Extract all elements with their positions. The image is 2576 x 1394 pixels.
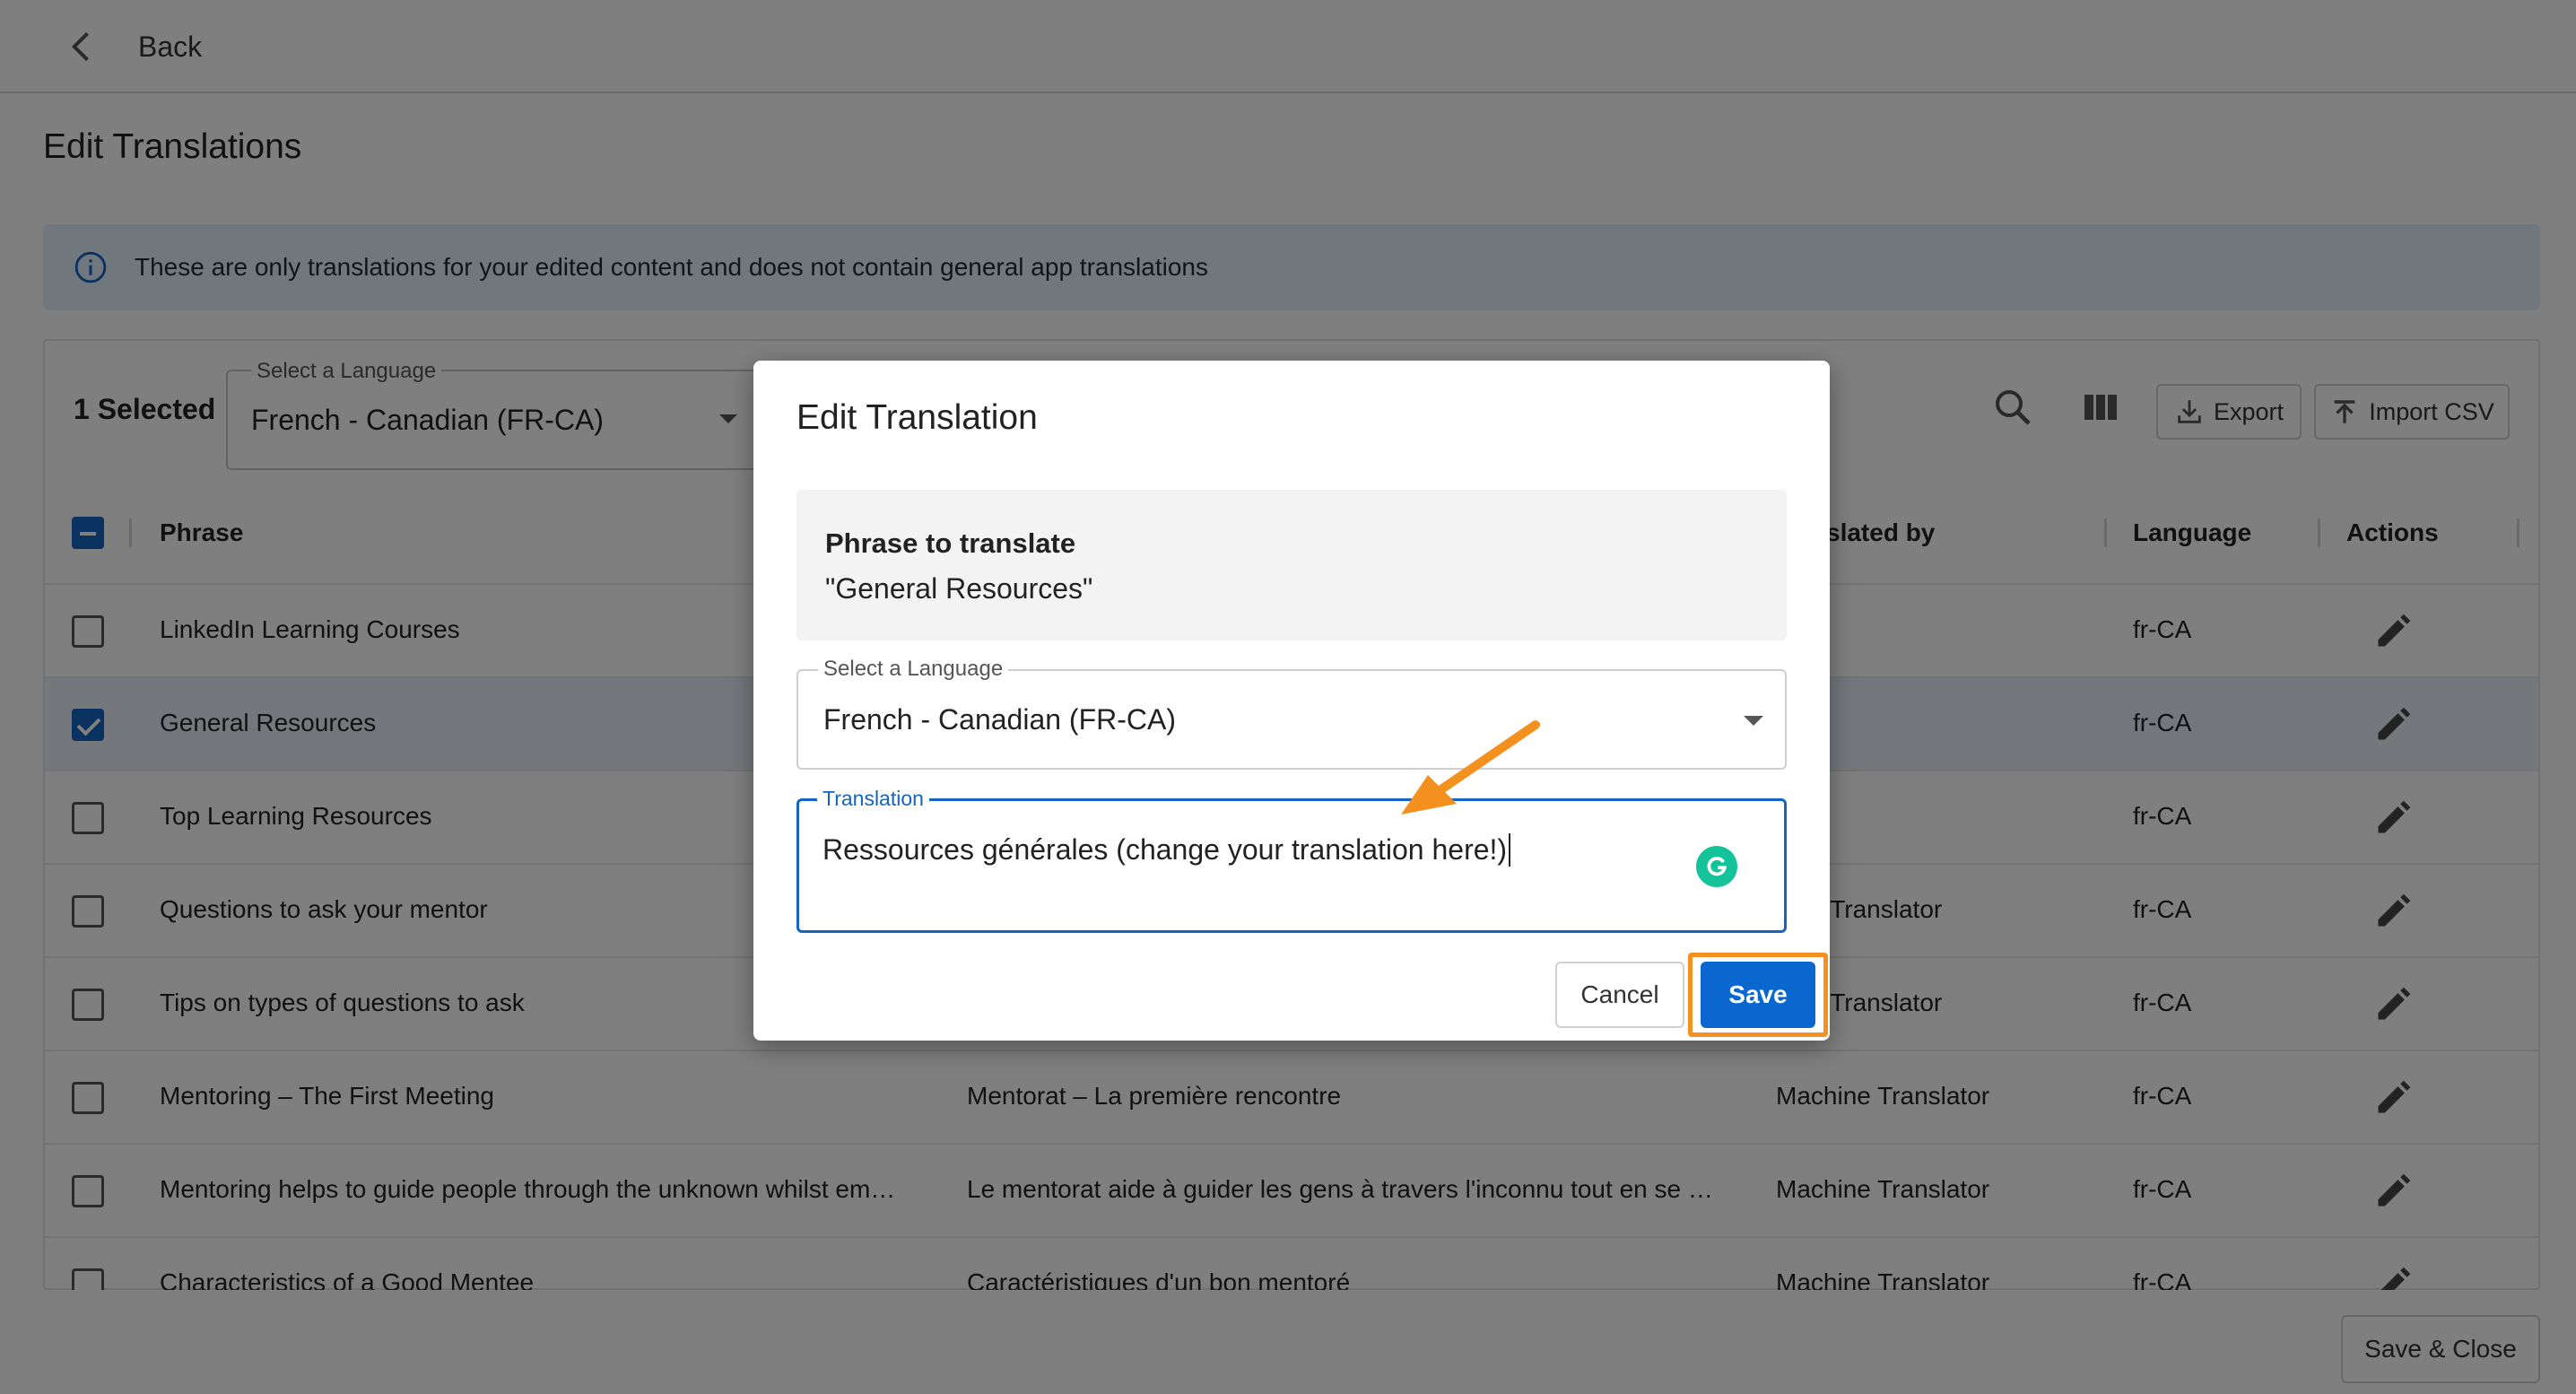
phrase-label: Phrase to translate [825,527,1076,559]
phrase-value: "General Resources" [825,572,1093,605]
cancel-button[interactable]: Cancel [1555,962,1684,1028]
grammarly-g-icon [1707,857,1727,876]
translation-value: Ressources générales (change your transl… [822,833,1511,867]
dialog-language-select[interactable]: Select a Language French - Canadian (FR-… [796,657,1787,770]
dialog-language-label: Select a Language [818,657,1009,682]
translation-label: Translation [817,787,929,811]
translation-input[interactable]: Translation Ressources générales (change… [796,787,1787,933]
dialog-title: Edit Translation [796,398,1038,437]
grammarly-icon[interactable] [1696,846,1737,887]
edit-translation-dialog: Edit Translation Phrase to translate "Ge… [753,361,1830,1041]
dropdown-caret-icon [1744,716,1763,726]
dialog-language-value: French - Canadian (FR-CA) [823,703,1176,736]
save-button[interactable]: Save [1701,962,1815,1028]
phrase-to-translate-box: Phrase to translate "General Resources" [796,490,1787,640]
